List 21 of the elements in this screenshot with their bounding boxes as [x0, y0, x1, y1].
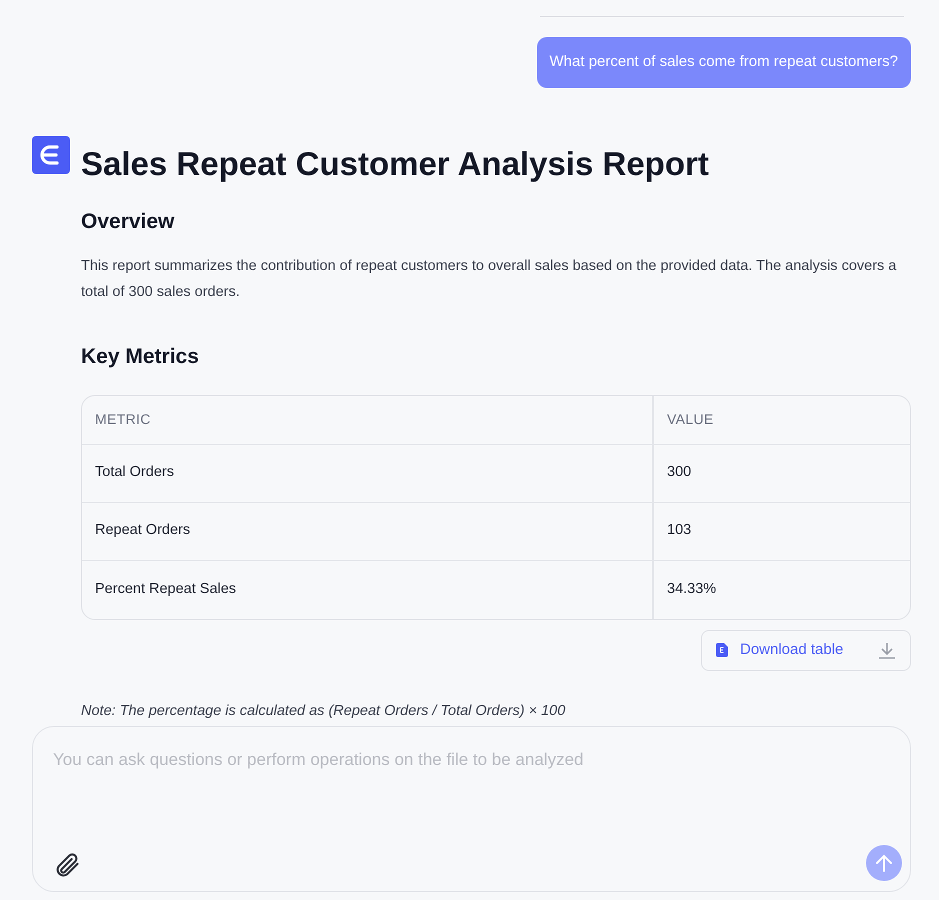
note-text: Note: The percentage is calculated as (Repeat Orders / Total Orders) × 100	[81, 702, 566, 720]
arrow-up-icon	[874, 853, 894, 873]
section-heading: Overview	[81, 208, 176, 234]
table-cell: Total Orders	[82, 444, 654, 502]
column-header: METRIC	[82, 396, 654, 444]
file-icon	[716, 643, 728, 657]
table-cell-text: 300	[666, 463, 692, 482]
user-message-bubble: What percent of sales come from repeat customers?	[536, 37, 911, 88]
download-table-button[interactable]: Download table	[701, 630, 911, 670]
download-icon	[878, 642, 896, 658]
table-cell-text: 34.33%	[666, 580, 718, 599]
overview-paragraph: This report summarizes the contribution of repeat customers to overall sales based on the provided data. The analysis covers a total of 300 sales orders.	[81, 257, 898, 302]
table-cell: Percent Repeat Sales	[82, 560, 654, 618]
message-input[interactable]: You can ask questions or perform operations on the file to be analyzed	[53, 747, 890, 772]
table-cell-text: 103	[666, 521, 692, 540]
section-heading: Key Metrics	[81, 344, 200, 370]
table-cell: Repeat Orders	[82, 502, 654, 560]
column-header: VALUE	[666, 410, 715, 429]
message-composer[interactable]: You can ask questions or perform operations on the file to be analyzed	[32, 726, 911, 892]
logo-icon	[32, 136, 70, 174]
report-title: Sales Repeat Customer Analysis Report	[81, 144, 710, 184]
